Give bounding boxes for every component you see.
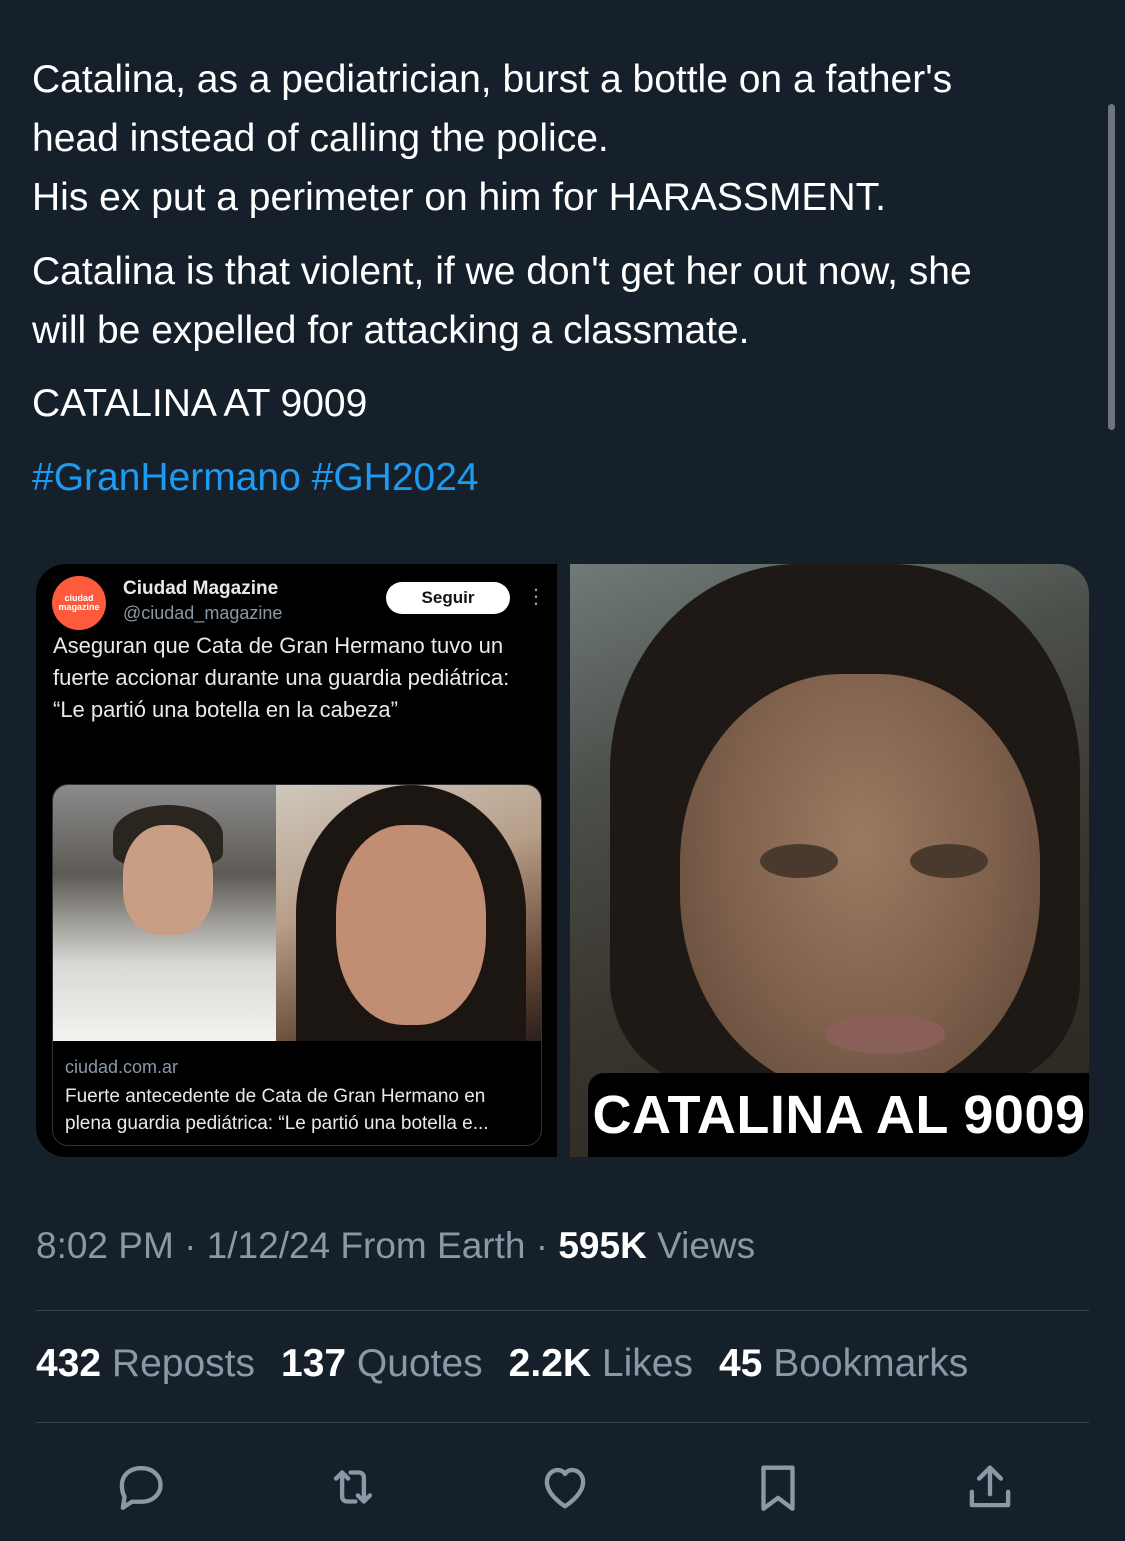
- tweet-line: Catalina, as a pediatrician, burst a bot…: [32, 58, 953, 101]
- more-icon: ⋮: [526, 586, 546, 608]
- photo-contestant: [276, 785, 541, 1041]
- divider: [36, 1310, 1089, 1311]
- image-caption: CATALINA AL 9009: [588, 1073, 1089, 1157]
- like-button[interactable]: [535, 1457, 595, 1517]
- hashtag-link[interactable]: #GranHermano: [32, 456, 301, 499]
- embedded-card-title: Fuerte antecedente de Cata de Gran Herma…: [65, 1086, 489, 1134]
- views-count: 595K: [558, 1225, 647, 1266]
- reply-button[interactable]: [110, 1457, 170, 1517]
- tweet-line: will be expelled for attacking a classma…: [32, 309, 750, 352]
- action-bar: [110, 1458, 1020, 1516]
- media-gallery: ciudad magazine Ciudad Magazine @ciudad_…: [36, 564, 1089, 1157]
- embedded-author-handle: @ciudad_magazine: [123, 603, 283, 623]
- embedded-author-name: Ciudad Magazine: [123, 578, 279, 599]
- tweet-time[interactable]: 8:02 PM: [36, 1225, 174, 1266]
- media-image-screenshot[interactable]: ciudad magazine Ciudad Magazine @ciudad_…: [36, 564, 557, 1157]
- tweet-line: head instead of calling the police.: [32, 117, 609, 160]
- tweet-body: Catalina, as a pediatrician, burst a bot…: [32, 50, 1092, 507]
- hashtag-link[interactable]: #GH2024: [312, 456, 479, 499]
- scrollbar[interactable]: [1108, 104, 1115, 430]
- bookmark-icon: [760, 1465, 795, 1511]
- stat-reposts[interactable]: 432 Reposts: [36, 1342, 255, 1386]
- heart-icon: [544, 1467, 586, 1509]
- embedded-tweet-text: Aseguran que Cata de Gran Hermano tuvo u…: [53, 633, 510, 722]
- embedded-card-photo: [53, 785, 541, 1041]
- tweet-paragraph-1: Catalina, as a pediatrician, burst a bot…: [32, 50, 1092, 227]
- hashtags: #GranHermano #GH2024: [32, 448, 1092, 507]
- retweet-button[interactable]: [323, 1457, 383, 1517]
- share-icon: [969, 1465, 1011, 1508]
- tweet-paragraph-2: Catalina is that violent, if we don't ge…: [32, 242, 1092, 360]
- tweet-line: Catalina is that violent, if we don't ge…: [32, 250, 972, 293]
- tweet-metadata: 8:02 PM · 1/12/24 From Earth · 595K View…: [36, 1225, 756, 1266]
- views-label: Views: [657, 1225, 756, 1266]
- embedded-card-domain: ciudad.com.ar: [65, 1057, 179, 1077]
- retweet-icon: [333, 1470, 372, 1504]
- embedded-follow-button: Seguir: [386, 582, 510, 614]
- bookmark-button[interactable]: [748, 1457, 808, 1517]
- stat-quotes[interactable]: 137 Quotes: [281, 1342, 483, 1386]
- photo-pediatrician: [53, 785, 276, 1041]
- media-image-portrait[interactable]: CATALINA AL 9009: [570, 564, 1089, 1157]
- embedded-link-card: ciudad.com.ar Fuerte antecedente de Cata…: [52, 784, 542, 1146]
- reply-icon: [119, 1465, 163, 1510]
- stat-bookmarks[interactable]: 45 Bookmarks: [719, 1342, 968, 1386]
- tweet-line: His ex put a perimeter on him for HARASS…: [32, 176, 886, 219]
- tweet-date[interactable]: 1/12/24: [207, 1225, 330, 1266]
- divider: [36, 1422, 1089, 1423]
- tweet-paragraph-3: CATALINA AT 9009: [32, 382, 368, 425]
- embedded-avatar: ciudad magazine: [52, 576, 106, 630]
- share-button[interactable]: [960, 1457, 1020, 1517]
- engagement-stats: 432 Reposts 137 Quotes 2.2K Likes 45 Boo…: [36, 1342, 968, 1386]
- stat-likes[interactable]: 2.2K Likes: [509, 1342, 693, 1386]
- tweet-source: From Earth: [340, 1225, 526, 1266]
